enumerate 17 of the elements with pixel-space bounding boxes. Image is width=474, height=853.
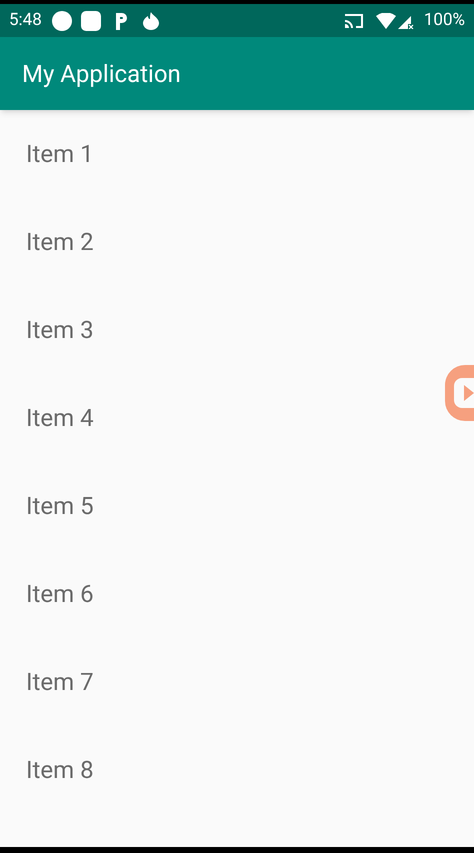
list-item[interactable]: Item 4 xyxy=(0,374,114,462)
list-item[interactable]: Item 7 xyxy=(0,638,114,726)
square-icon xyxy=(80,10,101,30)
p-icon xyxy=(114,12,128,30)
battery-percent: 100% xyxy=(424,8,465,32)
cast-icon xyxy=(344,12,364,30)
list-item[interactable]: Item 2 xyxy=(0,198,114,286)
wifi-icon xyxy=(376,12,396,28)
list-item[interactable]: Item 6 xyxy=(0,550,114,638)
list-item[interactable]: Item 1 xyxy=(0,110,114,198)
circle-icon xyxy=(52,10,72,30)
status-time: 5:48 xyxy=(9,8,42,32)
app-title: My Application xyxy=(22,58,181,90)
flame-icon xyxy=(142,12,159,30)
list-item[interactable]: Item 5 xyxy=(0,462,114,550)
list-item[interactable]: Item 8 xyxy=(0,726,114,814)
list-item[interactable]: Item 3 xyxy=(0,286,114,374)
